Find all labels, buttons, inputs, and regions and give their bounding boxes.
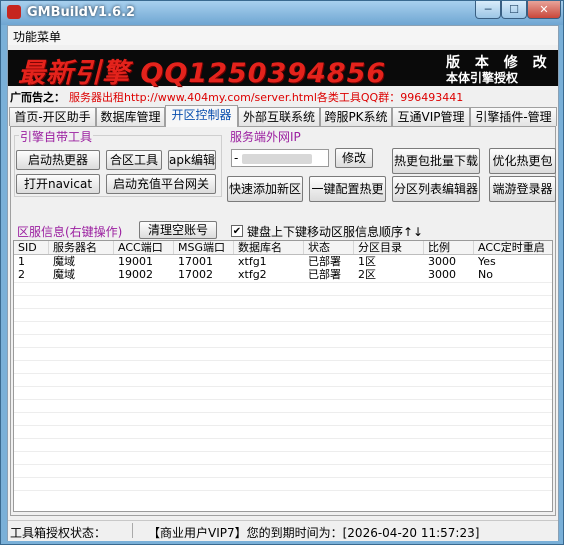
table-header: SID 服务器名 ACC端口 MSG端口 数据库名 状态 分区目录 比例 ACC… <box>14 241 552 255</box>
zone-list-editor-button[interactable]: 分区列表编辑器 <box>392 176 480 202</box>
table-row[interactable]: 1 魔域 19001 17001 xtfg1 已部署 1区 3000 Yes <box>14 255 552 268</box>
cell-status: 已部署 <box>308 255 341 268</box>
grid-line <box>14 399 552 400</box>
cell-db-name: xtfg1 <box>238 255 267 268</box>
grid-line <box>14 360 552 361</box>
header-status[interactable]: 状态 <box>304 241 354 254</box>
window-title: GMBuildV1.6.2 <box>27 5 136 20</box>
header-zone-dir[interactable]: 分区目录 <box>354 241 424 254</box>
cell-ratio: 3000 <box>428 268 456 281</box>
cell-zone-dir: 2区 <box>358 268 376 281</box>
cell-acc-port: 19001 <box>118 255 153 268</box>
grid-line <box>14 451 552 452</box>
start-hot-updater-button[interactable]: 启动热更器 <box>16 150 100 170</box>
banner-right-line2: 本体引擎授权 <box>446 71 519 85</box>
header-msg-port[interactable]: MSG端口 <box>174 241 234 254</box>
grid-line <box>14 412 552 413</box>
client-launcher-button[interactable]: 端游登录器 <box>489 176 556 202</box>
banner-main-text: 最新引擎 QQ1250394856 <box>18 58 387 89</box>
tab-external-link[interactable]: 外部互联系统 <box>238 107 320 126</box>
apk-edit-button[interactable]: apk编辑 <box>168 150 216 170</box>
grid-line <box>14 334 552 335</box>
cell-sid: 1 <box>18 255 25 268</box>
grid-line <box>14 490 552 491</box>
modify-ip-button[interactable]: 修改 <box>335 148 373 168</box>
grid-line <box>14 282 552 283</box>
status-bar: 工具箱授权状态： 【商业用户VIP7】您的到期时间为：[2026-04-20 1… <box>8 520 558 541</box>
grid-line <box>14 321 552 322</box>
optimize-hot-update-button[interactable]: 优化热更包 <box>489 148 556 174</box>
reorder-checkbox[interactable]: ✔ <box>231 225 243 237</box>
start-recharge-gateway-button[interactable]: 启动充值平台网关 <box>106 174 216 194</box>
cell-sid: 2 <box>18 268 25 281</box>
client-area: 功能菜单 最新引擎 QQ1250394856 版 本 修 改 本体引擎授权 广而… <box>7 25 559 541</box>
tab-cross-pk[interactable]: 跨服PK系统 <box>320 107 392 126</box>
tab-home[interactable]: 首页-开区助手 <box>9 107 96 126</box>
header-ratio[interactable]: 比例 <box>424 241 474 254</box>
tab-bar: 首页-开区助手 数据库管理 开区控制器 外部互联系统 跨服PK系统 互通VIP管… <box>8 105 558 127</box>
cell-msg-port: 17002 <box>178 268 213 281</box>
tab-engine-plugins[interactable]: 引擎插件-管理 <box>470 107 557 126</box>
cell-acc-port: 19002 <box>118 268 153 281</box>
grid-line <box>14 373 552 374</box>
minimize-button[interactable]: ─ <box>475 1 501 19</box>
header-sid[interactable]: SID <box>14 241 49 254</box>
tab-database[interactable]: 数据库管理 <box>96 107 165 126</box>
cell-zone-dir: 1区 <box>358 255 376 268</box>
quick-add-zone-button[interactable]: 快速添加新区 <box>227 176 303 202</box>
cell-server-name: 魔域 <box>53 255 75 268</box>
tab-vip-management[interactable]: 互通VIP管理 <box>392 107 470 126</box>
zone-controller-panel: 引擎自带工具 启动热更器 合区工具 apk编辑 打开navicat 启动充值平台… <box>10 126 556 516</box>
batch-download-hot-update-button[interactable]: 热更包批量下载 <box>392 148 480 174</box>
grid-line <box>14 438 552 439</box>
header-server-name[interactable]: 服务器名 <box>49 241 114 254</box>
license-status-text: 【商业用户VIP7】您的到期时间为：[2026-04-20 11:57:23] <box>148 526 480 540</box>
engine-tools-title: 引擎自带工具 <box>19 128 94 145</box>
zone-info-title: 区服信息(右键操作) <box>17 225 123 239</box>
reorder-checkbox-label[interactable]: 键盘上下键移动区服信息顺序↑↓ <box>247 223 423 240</box>
status-separator <box>132 523 133 538</box>
grid-line <box>14 477 552 478</box>
server-ip-value: - <box>234 151 239 165</box>
grid-line <box>14 347 552 348</box>
maximize-button[interactable]: ☐ <box>501 1 527 19</box>
title-bar[interactable]: GMBuildV1.6.2 ─ ☐ ✕ <box>1 1 563 25</box>
cell-db-name: xtfg2 <box>238 268 267 281</box>
menu-function[interactable]: 功能菜单 <box>13 28 61 45</box>
ad-line: 广而告之： 服务器出租http://www.404my.com/server.ht… <box>10 89 463 105</box>
cell-ratio: 3000 <box>428 255 456 268</box>
merge-zone-tool-button[interactable]: 合区工具 <box>106 150 162 170</box>
ad-label: 广而告之： <box>10 91 65 104</box>
grid-line <box>14 464 552 465</box>
license-status-label: 工具箱授权状态： <box>10 526 107 540</box>
close-button[interactable]: ✕ <box>527 1 561 19</box>
cell-msg-port: 17001 <box>178 255 213 268</box>
table-row[interactable]: 2 魔域 19002 17002 xtfg2 已部署 2区 3000 No <box>14 268 552 281</box>
cell-acc-restart: Yes <box>478 255 496 268</box>
zone-table[interactable]: SID 服务器名 ACC端口 MSG端口 数据库名 状态 分区目录 比例 ACC… <box>13 240 553 512</box>
grid-line <box>14 308 552 309</box>
cell-server-name: 魔域 <box>53 268 75 281</box>
grid-line <box>14 295 552 296</box>
cell-acc-restart: No <box>478 268 493 281</box>
header-db-name[interactable]: 数据库名 <box>234 241 304 254</box>
server-ip-title: 服务端外网IP <box>229 128 302 145</box>
app-logo-icon <box>7 5 21 19</box>
blurred-ip <box>242 153 313 164</box>
tab-zone-controller[interactable]: 开区控制器 <box>165 105 238 127</box>
server-ip-input[interactable]: - <box>231 149 329 167</box>
clear-empty-accounts-button[interactable]: 清理空账号 <box>139 221 217 239</box>
banner: 最新引擎 QQ1250394856 版 本 修 改 本体引擎授权 <box>8 50 558 89</box>
ad-text[interactable]: 服务器出租http://www.404my.com/server.html各类工… <box>69 91 463 104</box>
header-acc-port[interactable]: ACC端口 <box>114 241 174 254</box>
grid-line <box>14 386 552 387</box>
header-acc-restart[interactable]: ACC定时重启 <box>474 241 552 254</box>
open-navicat-button[interactable]: 打开navicat <box>16 174 100 194</box>
menu-bar: 功能菜单 <box>8 26 558 45</box>
one-click-hot-config-button[interactable]: 一键配置热更 <box>309 176 386 202</box>
app-window: GMBuildV1.6.2 ─ ☐ ✕ 功能菜单 最新引擎 QQ12503948… <box>0 0 564 545</box>
cell-status: 已部署 <box>308 268 341 281</box>
grid-line <box>14 425 552 426</box>
